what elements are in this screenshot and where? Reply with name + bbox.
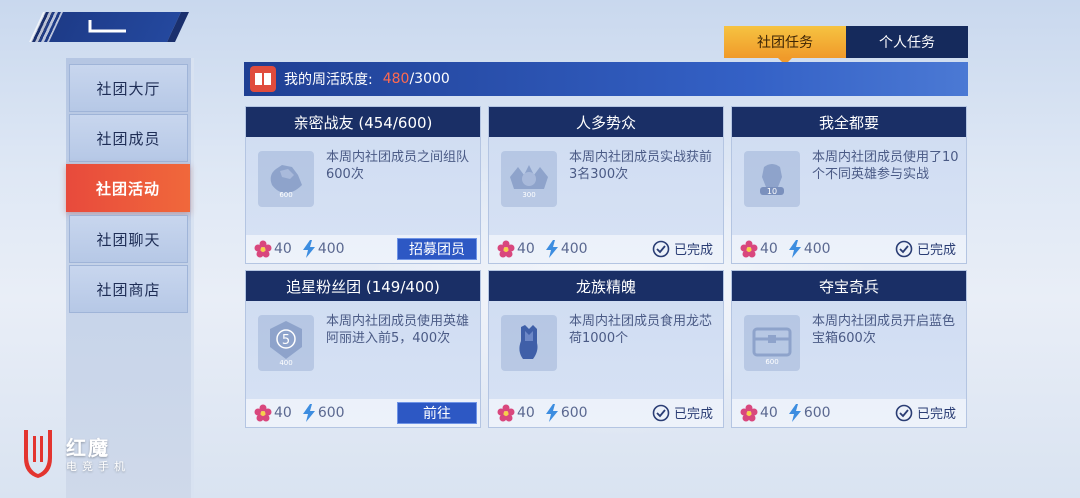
card-title: 夺宝奇兵 xyxy=(732,271,966,301)
lightning-icon xyxy=(302,404,315,422)
card-description: 本周内社团成员实战获前3名300次 xyxy=(569,150,713,182)
completed-status: 已完成 xyxy=(652,403,713,422)
badge-number: 10 xyxy=(767,187,777,196)
check-circle-icon xyxy=(895,240,913,257)
energy-reward: 400 xyxy=(788,240,831,258)
badge-number: 600 xyxy=(279,191,292,199)
flower-icon xyxy=(740,404,758,422)
card-footer: 40 600 已完成 xyxy=(489,399,723,427)
energy-reward: 600 xyxy=(302,404,345,422)
brand-logo: 红魔 电竞手机 xyxy=(18,426,148,478)
energy-reward: 400 xyxy=(545,240,588,258)
flower-reward: 40 xyxy=(254,404,292,422)
back-arrow-icon xyxy=(88,20,126,33)
energy-reward: 600 xyxy=(545,404,588,422)
dragon-hand-icon xyxy=(501,315,557,371)
card-footer: 40 400 招募团员 xyxy=(246,235,480,263)
completed-status: 已完成 xyxy=(652,239,713,258)
flower-icon xyxy=(497,240,515,258)
go-button[interactable]: 前往 xyxy=(397,402,477,424)
flower-icon xyxy=(497,404,515,422)
rank-badge-icon: 5 400 xyxy=(258,315,314,371)
task-card: 人多势众 300 本周内社团成员实战获前3名300次 40 400 已完成 xyxy=(488,106,724,264)
completed-status: 已完成 xyxy=(895,403,956,422)
tab-personal-tasks[interactable]: 个人任务 xyxy=(846,26,968,58)
card-description: 本周内社团成员使用了10个不同英雄参与实战 xyxy=(812,150,959,182)
logo-subtitle: 电竞手机 xyxy=(66,460,130,473)
badge-rank: 5 xyxy=(282,333,290,348)
flower-icon xyxy=(740,240,758,258)
activity-max: /3000 xyxy=(409,71,450,87)
activity-current: 480 xyxy=(382,71,410,87)
crown-badge-icon: 300 xyxy=(501,151,557,207)
card-footer: 40 600 前往 xyxy=(246,399,480,427)
flower-icon xyxy=(254,404,272,422)
lightning-icon xyxy=(302,240,315,258)
activity-label: 我的周活跃度: xyxy=(284,72,373,88)
card-footer: 40 400 已完成 xyxy=(732,235,966,263)
card-title: 人多势众 xyxy=(489,107,723,137)
lightning-icon xyxy=(545,240,558,258)
card-title: 亲密战友 (454/600) xyxy=(246,107,480,137)
recruit-members-button[interactable]: 招募团员 xyxy=(397,238,477,260)
task-tabs: 社团任务 个人任务 xyxy=(724,26,968,65)
raised-fist-badge-icon: 10 xyxy=(744,151,800,207)
card-title: 追星粉丝团 (149/400) xyxy=(246,271,480,301)
task-card: 夺宝奇兵 600 本周内社团成员开启蓝色宝箱600次 40 600 已完成 xyxy=(731,270,967,428)
card-title: 龙族精魄 xyxy=(489,271,723,301)
energy-reward: 400 xyxy=(302,240,345,258)
card-footer: 40 400 已完成 xyxy=(489,235,723,263)
task-card: 龙族精魄 本周内社团成员食用龙芯荷1000个 40 600 已完成 xyxy=(488,270,724,428)
badge-number: 300 xyxy=(522,191,535,199)
flower-reward: 40 xyxy=(497,240,535,258)
sidebar-item-members[interactable]: 社团成员 xyxy=(69,114,188,162)
check-circle-icon xyxy=(652,240,670,257)
sidebar-item-chat[interactable]: 社团聊天 xyxy=(69,215,188,263)
book-icon xyxy=(250,66,276,92)
flower-reward: 40 xyxy=(497,404,535,422)
card-description: 本周内社团成员食用龙芯荷1000个 xyxy=(569,314,713,346)
flower-reward: 40 xyxy=(740,240,778,258)
logo-title: 红魔 xyxy=(66,436,110,460)
check-circle-icon xyxy=(652,404,670,421)
energy-reward: 600 xyxy=(788,404,831,422)
card-description: 本周内社团成员之间组队600次 xyxy=(326,150,470,182)
flower-icon xyxy=(254,240,272,258)
sidebar-item-activities[interactable]: 社团活动 xyxy=(66,164,190,212)
card-description: 本周内社团成员开启蓝色宝箱600次 xyxy=(812,314,956,346)
red-magic-logo-icon xyxy=(24,430,52,478)
task-card: 我全都要 10 本周内社团成员使用了10个不同英雄参与实战 40 400 已完成 xyxy=(731,106,967,264)
tab-club-tasks[interactable]: 社团任务 xyxy=(724,26,846,65)
lightning-icon xyxy=(788,404,801,422)
flower-reward: 40 xyxy=(254,240,292,258)
treasure-chest-icon: 600 xyxy=(744,315,800,371)
badge-number: 600 xyxy=(765,358,778,366)
sidebar-item-shop[interactable]: 社团商店 xyxy=(69,265,188,313)
fist-badge-icon: 600 xyxy=(258,151,314,207)
card-title: 我全都要 xyxy=(732,107,966,137)
check-circle-icon xyxy=(895,404,913,421)
completed-status: 已完成 xyxy=(895,239,956,258)
badge-number: 400 xyxy=(279,359,292,367)
sidebar-item-hall[interactable]: 社团大厅 xyxy=(69,64,188,112)
banner-stripes xyxy=(29,12,63,42)
task-card: 追星粉丝团 (149/400) 5 400 本周内社团成员使用英雄阿丽进入前5，… xyxy=(245,270,481,428)
flower-reward: 40 xyxy=(740,404,778,422)
weekly-activity-bar: 我的周活跃度: 480 /3000 xyxy=(244,62,968,96)
task-card: 亲密战友 (454/600) 600 本周内社团成员之间组队600次 40 40… xyxy=(245,106,481,264)
lightning-icon xyxy=(788,240,801,258)
card-description: 本周内社团成员使用英雄阿丽进入前5，400次 xyxy=(326,314,470,346)
lightning-icon xyxy=(545,404,558,422)
card-footer: 40 600 已完成 xyxy=(732,399,966,427)
